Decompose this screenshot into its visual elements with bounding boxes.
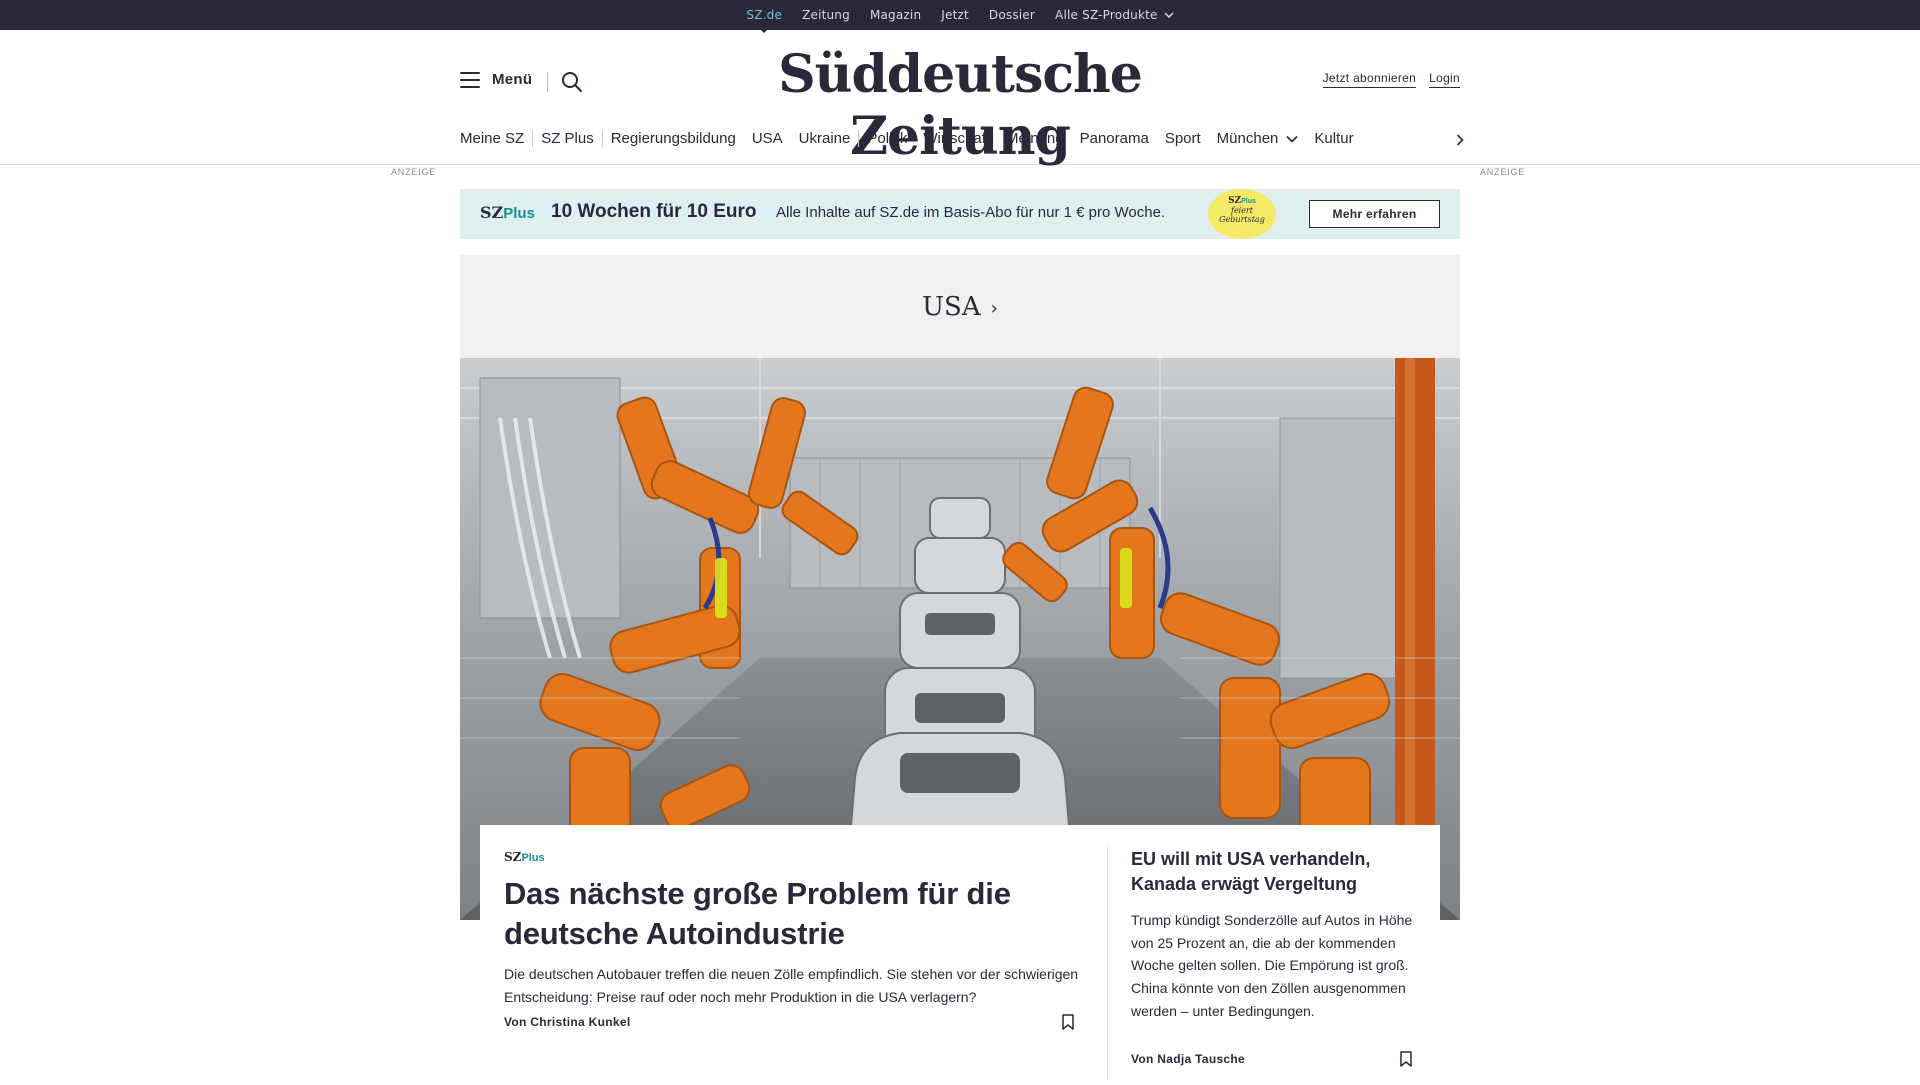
- promo-offer: 10 Wochen für 10 Euro: [551, 201, 757, 222]
- topbar-link-all-products[interactable]: Alle SZ-Produkte: [1055, 8, 1174, 22]
- nav-item-wirtschaft[interactable]: Wirtschaft: [915, 130, 998, 147]
- topbar-link-jetzt[interactable]: Jetzt: [941, 8, 969, 22]
- site-logo[interactable]: Süddeutsche Zeitung: [720, 44, 1200, 169]
- header-divider: [547, 72, 548, 92]
- subscribe-link[interactable]: Jetzt abonnieren: [1322, 71, 1417, 88]
- badge-plus: Plus: [1241, 198, 1256, 205]
- nav-item-meine-sz[interactable]: Meine SZ: [460, 130, 532, 147]
- nav-item-panorama[interactable]: Panorama: [1072, 130, 1157, 147]
- nav-item-sz-plus[interactable]: SZ Plus: [533, 130, 602, 147]
- section-header-usa[interactable]: USA ›: [460, 255, 1460, 358]
- sz-plus-logo-sz: SZ: [480, 203, 504, 222]
- sz-plus-logo: SZPlus: [480, 203, 535, 222]
- sz-plus-kicker: SZPlus: [504, 850, 1108, 864]
- side-article-content: EU will mit USA verhandeln, Kanada erwäg…: [1131, 847, 1421, 1023]
- badge-sz: SZ: [1228, 196, 1242, 206]
- main-article-byline: Von Christina Kunkel: [504, 1015, 631, 1029]
- badge-line1: feiert: [1230, 206, 1254, 215]
- bookmark-icon[interactable]: [1400, 1051, 1412, 1067]
- nav-scroll-right-button[interactable]: [1450, 130, 1470, 150]
- topbar-link-magazin[interactable]: Magazin: [870, 8, 921, 22]
- chevron-right-icon: [1456, 134, 1464, 146]
- side-article-headline[interactable]: EU will mit USA verhandeln, Kanada erwäg…: [1131, 847, 1421, 897]
- ad-label-left: ANZEIGE: [391, 167, 437, 177]
- promo-description: Alle Inhalte auf SZ.de im Basis-Abo für …: [776, 204, 1166, 221]
- topbar-link-szde[interactable]: SZ.de: [746, 8, 782, 33]
- mehr-erfahren-button[interactable]: Mehr erfahren: [1309, 200, 1440, 228]
- search-icon[interactable]: [560, 70, 584, 94]
- nav-item-regierungsbildung[interactable]: Regierungsbildung: [603, 130, 744, 147]
- card-divider: [1107, 847, 1108, 1080]
- kicker-plus: Plus: [521, 852, 545, 864]
- topbar-link-dossier[interactable]: Dossier: [989, 8, 1035, 22]
- badge-line2: Geburtstag: [1219, 215, 1265, 224]
- chevron-down-icon: [1164, 12, 1174, 18]
- main-article-headline[interactable]: Das nächste große Problem für die deutsc…: [504, 874, 1044, 954]
- chevron-down-icon: [1286, 135, 1298, 143]
- section-title: USA: [922, 291, 981, 322]
- top-product-bar: SZ.de Zeitung Magazin Jetzt Dossier Alle…: [0, 0, 1920, 33]
- site-header: Menü Süddeutsche Zeitung Jetzt abonniere…: [0, 30, 1920, 167]
- main-navigation: Meine SZ SZ Plus Regierungsbildung USA U…: [460, 130, 1464, 147]
- menu-label: Menü: [492, 71, 533, 88]
- topbar-link-zeitung[interactable]: Zeitung: [802, 8, 850, 22]
- side-article-teaser: Trump kündigt Sonderzölle auf Autos in H…: [1131, 912, 1413, 1019]
- nav-item-politik[interactable]: Politik: [859, 130, 915, 147]
- login-link[interactable]: Login: [1429, 71, 1460, 88]
- main-article-teaser: Die deutschen Autobauer treffen die neue…: [504, 966, 1079, 1005]
- nav-item-meinung[interactable]: Meinung: [998, 130, 1072, 147]
- nav-item-ukraine[interactable]: Ukraine: [791, 130, 859, 147]
- promo-banner[interactable]: SZPlus 10 Wochen für 10 Euro Alle Inhalt…: [460, 189, 1460, 239]
- side-article-byline: Von Nadja Tausche: [1131, 1052, 1246, 1066]
- nav-item-usa[interactable]: USA: [744, 130, 791, 147]
- main-article-card[interactable]: SZPlus Das nächste große Problem für die…: [480, 825, 1108, 1085]
- chevron-right-icon: ›: [990, 298, 998, 319]
- ad-label-right: ANZEIGE: [1480, 167, 1526, 177]
- menu-button[interactable]: Menü: [460, 71, 532, 88]
- topbar-all-products-label: Alle SZ-Produkte: [1055, 8, 1158, 22]
- bookmark-icon[interactable]: [1062, 1014, 1074, 1030]
- nav-item-muenchen[interactable]: München: [1209, 130, 1307, 147]
- nav-item-sport[interactable]: Sport: [1157, 130, 1209, 147]
- birthday-badge: SZPlus feiert Geburtstag: [1208, 189, 1276, 239]
- hamburger-icon: [460, 71, 480, 88]
- account-links: Jetzt abonnieren Login: [1322, 71, 1460, 88]
- kicker-sz: SZ: [504, 850, 522, 864]
- sz-plus-logo-plus: Plus: [503, 205, 535, 222]
- nav-item-muenchen-label: München: [1216, 130, 1279, 147]
- nav-item-kultur[interactable]: Kultur: [1306, 130, 1361, 147]
